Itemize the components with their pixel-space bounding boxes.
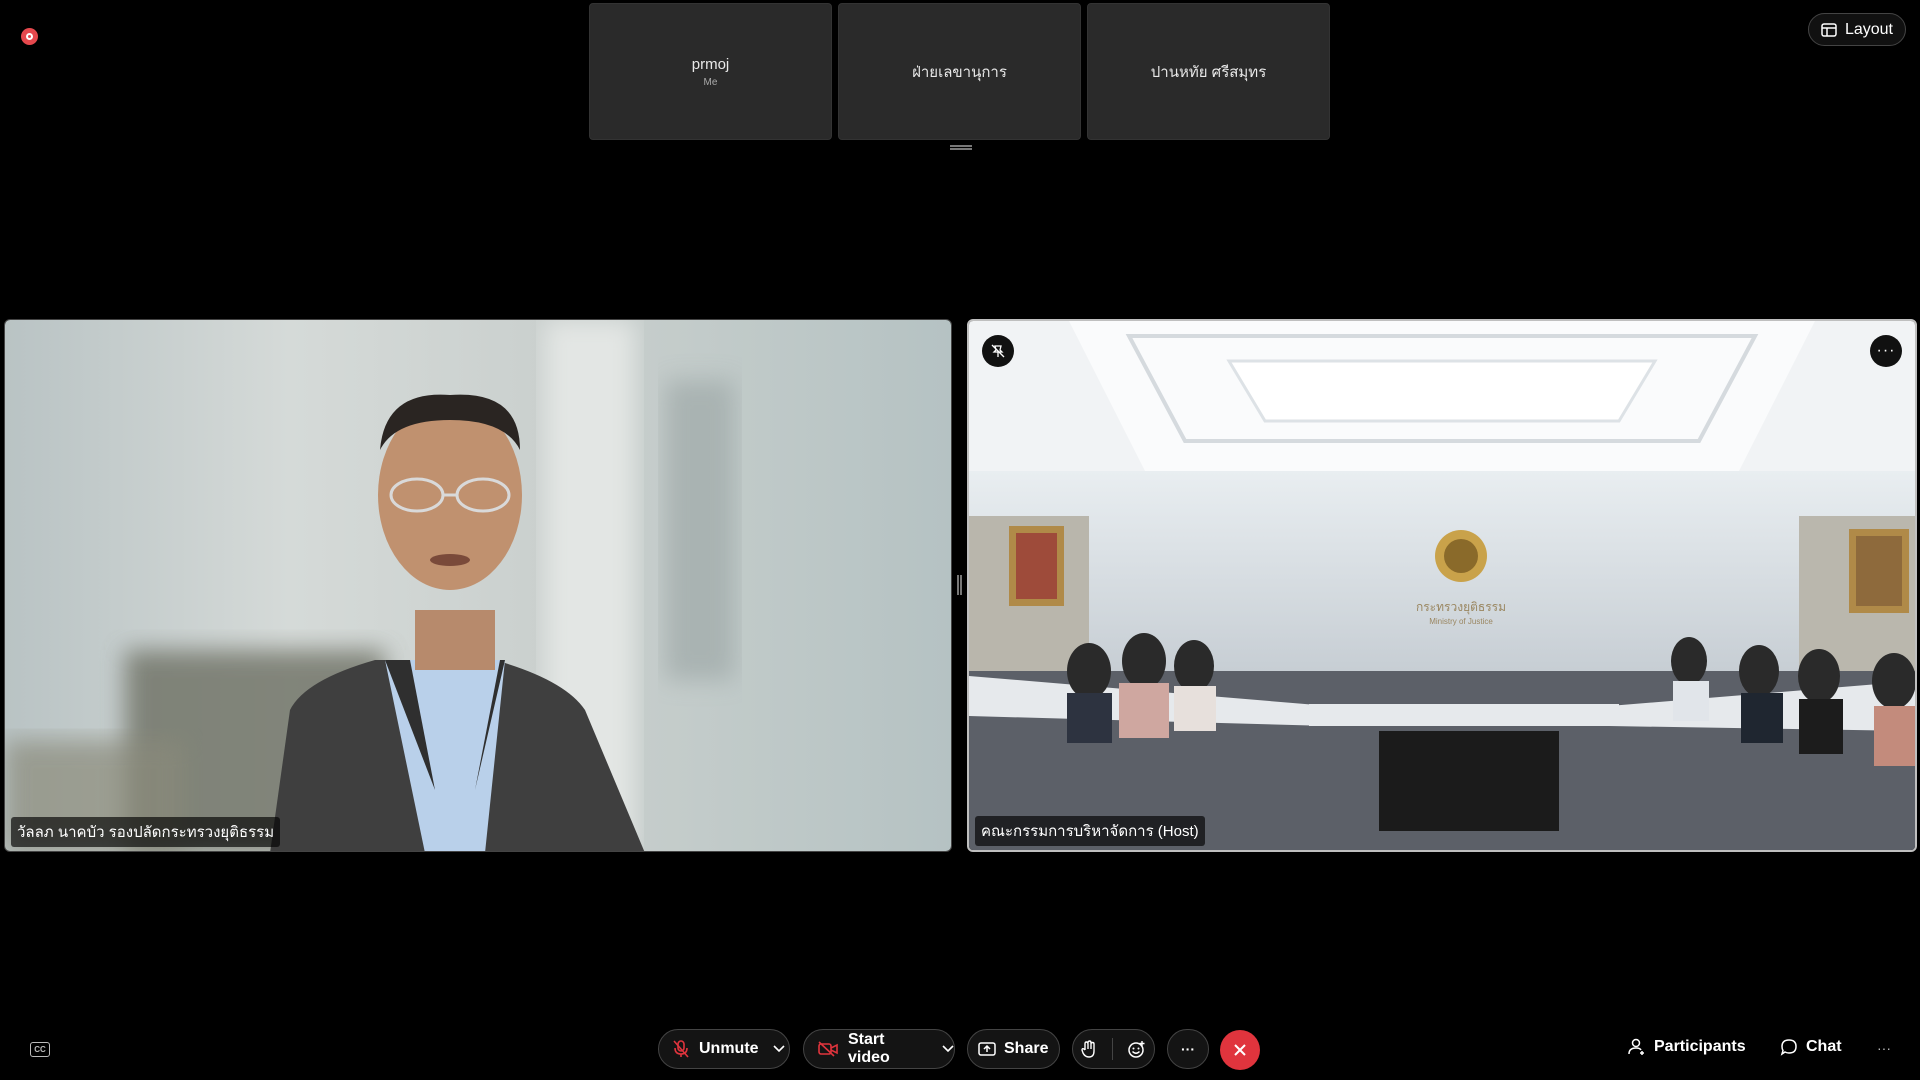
split-resize-handle[interactable]	[957, 575, 962, 595]
layout-icon	[1821, 22, 1837, 37]
start-video-label: Start video	[848, 1031, 890, 1066]
participant-name: ปานหทัย ศรีสมุทร	[1150, 63, 1267, 81]
emoji-reaction-icon[interactable]	[1128, 1040, 1146, 1058]
video-tile-speaker[interactable]: วัลลภ นาคบัว รองปลัดกระทรวงยุติธรรม	[4, 319, 952, 852]
participants-label: Participants	[1654, 1038, 1746, 1055]
share-button[interactable]: Share	[967, 1029, 1060, 1069]
chat-icon	[1780, 1038, 1798, 1056]
participant-sub: Me	[703, 76, 718, 88]
captions-icon[interactable]: CC	[30, 1042, 50, 1057]
speaker-name-label: วัลลภ นาคบัว รองปลัดกระทรวงยุติธรรม	[11, 817, 281, 847]
leave-meeting-button[interactable]	[1220, 1030, 1260, 1070]
participant-name: prmoj	[691, 55, 730, 73]
video-tile-host[interactable]: กระทรวงยุติธรรม Ministry of Justice ··· …	[967, 319, 1917, 852]
host-name-label: คณะกรรมการบริหาจัดการ (Host)	[975, 816, 1205, 846]
participant-name: ฝ่ายเลขานุการ	[912, 63, 1007, 81]
layout-label: Layout	[1844, 20, 1893, 38]
recording-indicator-icon	[21, 28, 38, 45]
start-video-button[interactable]: Start video	[803, 1029, 955, 1069]
participant-thumb[interactable]: ฝ่ายเลขานุการ	[838, 3, 1081, 140]
unmute-button[interactable]: Unmute	[658, 1029, 790, 1069]
share-icon	[978, 1041, 996, 1057]
participants-icon	[1628, 1038, 1646, 1056]
chat-label: Chat	[1806, 1038, 1842, 1055]
layout-button[interactable]: Layout	[1807, 13, 1906, 46]
chevron-down-icon[interactable]	[942, 1045, 954, 1053]
share-label: Share	[1004, 1040, 1049, 1057]
meeting-room-video-image: กระทรวงยุติธรรม Ministry of Justice	[969, 321, 1915, 850]
participant-strip: prmoj Me ฝ่ายเลขานุการ ปานหทัย ศรีสมุทร	[589, 3, 1330, 140]
speaker-video-image	[5, 320, 951, 851]
room-wall-sign-thai: กระทรวงยุติธรรม	[1416, 600, 1506, 615]
room-wall-sign-english: Ministry of Justice	[1429, 617, 1493, 626]
toolbar-overflow-button[interactable]: ···	[1877, 1040, 1891, 1056]
meeting-toolbar: CC Unmute Start video Share ··· Particip…	[0, 1028, 1920, 1072]
video-off-icon	[818, 1041, 838, 1057]
raise-hand-icon[interactable]	[1080, 1040, 1097, 1058]
chevron-down-icon[interactable]	[772, 1045, 785, 1053]
unmute-label: Unmute	[699, 1040, 759, 1057]
pin-off-icon[interactable]	[982, 335, 1014, 367]
more-options-button[interactable]: ···	[1167, 1029, 1209, 1069]
chat-button[interactable]: Chat	[1780, 1038, 1842, 1056]
participant-thumb[interactable]: ปานหทัย ศรีสมุทร	[1087, 3, 1330, 140]
reactions-group	[1072, 1029, 1155, 1069]
participant-thumb-me[interactable]: prmoj Me	[589, 3, 832, 140]
mic-muted-icon	[673, 1040, 689, 1058]
more-label: ···	[1181, 1041, 1195, 1057]
divider	[1111, 1038, 1113, 1060]
tile-more-options-button[interactable]: ···	[1870, 335, 1902, 367]
strip-resize-handle[interactable]	[950, 145, 972, 150]
participants-button[interactable]: Participants	[1628, 1038, 1746, 1056]
close-icon	[1233, 1043, 1247, 1057]
